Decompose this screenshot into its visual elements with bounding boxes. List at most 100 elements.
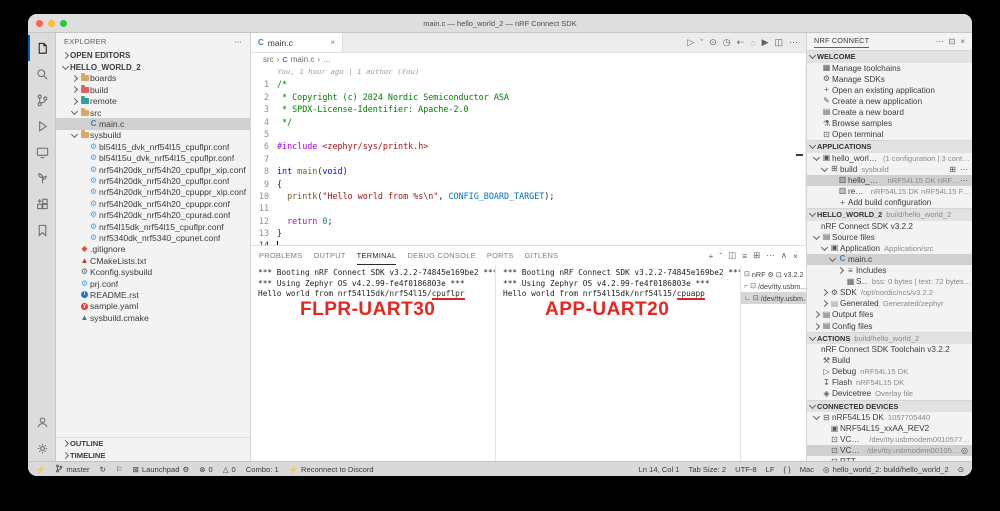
editor-scrollbar[interactable] <box>805 66 806 245</box>
tree-item-open-an-existing-application[interactable]: +Open an existing application <box>807 85 972 96</box>
tree-item-manage-toolchains[interactable]: ▦Manage toolchains <box>807 63 972 74</box>
panel-action-icon[interactable]: + <box>708 251 713 261</box>
tree-item-sample-yaml[interactable]: ysample.yaml <box>56 301 250 312</box>
tree-item-size[interactable]: ▦Sizebss: 0 bytes | text: 72 bytes | dat… <box>807 276 972 287</box>
tree-item-generated[interactable]: ▤GeneratedGenerated/zephyr <box>807 298 972 309</box>
tree-item-manage-sdks[interactable]: ⚙Manage SDKs <box>807 74 972 85</box>
editor-action-icon[interactable]: ◌ <box>750 38 755 48</box>
panel-action-icon[interactable]: ˇ <box>719 251 722 261</box>
tree-item-bl54l15-dvk-nrf54l15-cpuflpr[interactable]: ⚙bl54l15_dvk_nrf54l15_cpuflpr.conf <box>56 141 250 152</box>
status-item-tab-size-2[interactable]: Tab Size: 2 <box>689 465 727 474</box>
status-item-hello-world-2-build-hello-wo[interactable]: ◎hello_world_2: build/hello_world_2 <box>823 465 949 474</box>
status-item-0[interactable]: ⊗0 <box>199 465 213 474</box>
breadcrumb-main-c[interactable]: main.c <box>291 55 315 64</box>
panel-tab-gitlens[interactable]: GITLENS <box>525 246 559 265</box>
breadcrumb-[interactable]: … <box>323 55 331 64</box>
tree-item-add-build-configuration[interactable]: +Add build configuration <box>807 197 972 208</box>
tree-item-main-c[interactable]: Cmain.c <box>807 254 972 265</box>
panel-action-icon[interactable]: × <box>793 251 798 261</box>
tree-item-vcom0[interactable]: ⊡VCOM0/dev/tty.usbmodem0010577054401 <box>807 434 972 445</box>
tree-item-cmakelists-txt[interactable]: ▲CMakeLists.txt <box>56 255 250 266</box>
tree-item-sysbuild[interactable]: sysbuild <box>56 130 250 141</box>
code-line-11[interactable]: 11 <box>251 202 806 214</box>
activity-accounts-icon[interactable] <box>28 409 56 435</box>
activity-source-control-icon[interactable] <box>28 87 56 113</box>
tree-item-src[interactable]: src <box>56 107 250 118</box>
editor-action-icon[interactable]: ˇ <box>700 38 703 48</box>
tree-item-kconfig-sysbuild[interactable]: ⚙Kconfig.sysbuild <box>56 266 250 277</box>
tree-item-nrf54l15-xxaa-rev2[interactable]: ▣NRF54L15_xxAA_REV2 <box>807 423 972 434</box>
tree-item-includes[interactable]: ≡Includes <box>807 265 972 276</box>
section-hello-world-2[interactable]: HELLO_WORLD_2 <box>56 61 250 72</box>
code-line-10[interactable]: 10 printk("Hello world from %s\n", CONFI… <box>251 190 806 202</box>
editor-action-icon[interactable]: ⋯ <box>789 37 798 48</box>
breadcrumb-src[interactable]: src <box>263 55 274 64</box>
panel-action-icon[interactable]: ≡ <box>742 251 747 261</box>
nrf-title-action-icon[interactable]: ⋯ <box>936 37 944 46</box>
activity-nrf-connect-icon[interactable] <box>28 165 56 191</box>
status-item-reconnect-to-discord[interactable]: ⚡Reconnect to Discord <box>289 465 374 474</box>
close-tab-icon[interactable]: × <box>330 38 335 47</box>
status-item-master[interactable]: master <box>55 464 89 475</box>
tree-item-readme-rst[interactable]: iREADME.rst <box>56 289 250 300</box>
section-open-editors[interactable]: OPEN EDITORS <box>56 50 250 61</box>
terminal-list-item[interactable]: ∟⊡/dev/tty.usbm... <box>741 292 806 304</box>
tree-item-nrf54h20dk-nrf54h20-cpurad-c[interactable]: ⚙nrf54h20dk_nrf54h20_cpurad.conf <box>56 209 250 220</box>
tree-item-gitignore[interactable]: ◆.gitignore <box>56 244 250 255</box>
status-item-[interactable]: ⚐ <box>116 465 123 474</box>
terminal-app[interactable]: *** Booting nRF Connect SDK v3.2.2-74845… <box>495 265 740 461</box>
tree-item-create-a-new-application[interactable]: ✎Create a new application <box>807 96 972 107</box>
code-line-7[interactable]: 7 <box>251 153 806 165</box>
code-line-4[interactable]: 4 */ <box>251 116 806 128</box>
tree-item-config-files[interactable]: ▤Config files <box>807 320 972 331</box>
nrf-section-hello-world-2[interactable]: HELLO_WORLD_2build/hello_world_2 <box>807 208 972 221</box>
status-item-[interactable]: { } <box>784 465 791 474</box>
tree-item-build[interactable]: ⚒Build <box>807 355 972 366</box>
panel-tab-problems[interactable]: PROBLEMS <box>259 246 302 265</box>
row-action-icon[interactable]: ◎ <box>961 446 968 455</box>
tree-item-devicetree[interactable]: ◈DevicetreeOverlay file <box>807 388 972 399</box>
editor-action-icon[interactable]: ⊙ <box>709 37 717 48</box>
code-line-1[interactable]: 1/* <box>251 78 806 90</box>
tree-item-nrf-connect-sdk-toolchain-v3[interactable]: nRF Connect SDK Toolchain v3.2.2 <box>807 344 972 355</box>
code-line-14[interactable]: 14 <box>251 239 806 245</box>
tree-item-source-files[interactable]: ▤Source files <box>807 232 972 243</box>
status-item-utf-8[interactable]: UTF-8 <box>735 465 757 474</box>
section-outline[interactable]: OUTLINE <box>56 438 250 449</box>
panel-tab-debug-console[interactable]: DEBUG CONSOLE <box>407 246 475 265</box>
tree-item-build[interactable]: ⊞buildsysbuild⊞⋯ <box>807 164 972 175</box>
activity-explorer-icon[interactable] <box>28 35 56 61</box>
panel-action-icon[interactable]: ⊞ <box>753 250 760 261</box>
panel-action-icon[interactable]: ⋯ <box>766 250 775 261</box>
tree-item-nrf54l15-dk[interactable]: ⊟nRF54L15 DK1057705440 <box>807 412 972 423</box>
code-line-8[interactable]: 8int main(void) <box>251 165 806 177</box>
tree-item-browse-samples[interactable]: ⚗Browse samples <box>807 118 972 129</box>
tree-item-debug[interactable]: ▷DebugnRF54L15 DK <box>807 366 972 377</box>
terminal-list-item[interactable]: ⊡nRF ⚙ ⊡ v3.2.2 <box>741 268 806 280</box>
tree-item-remote[interactable]: remote <box>56 96 250 107</box>
activity-search-icon[interactable] <box>28 61 56 87</box>
activity-extensions-icon[interactable] <box>28 191 56 217</box>
tree-item-output-files[interactable]: ▤Output files <box>807 309 972 320</box>
editor-action-icon[interactable]: ▷ <box>687 37 694 48</box>
panel-tab-ports[interactable]: PORTS <box>487 246 514 265</box>
terminal-list-item[interactable]: ⌐⊡/dev/tty.usbm... <box>741 280 806 292</box>
tree-item-nrf54h20dk-nrf54h20-cpuppr-c[interactable]: ⚙nrf54h20dk_nrf54h20_cpuppr.conf <box>56 198 250 209</box>
tree-item-remote[interactable]: ▥remotenRF54L15 DK nRF54L15 Fast Lightwe… <box>807 186 972 197</box>
code-line-5[interactable]: 5 <box>251 128 806 140</box>
tree-item-nrf54h20dk-nrf54h20-cpuflpr-[interactable]: ⚙nrf54h20dk_nrf54h20_cpuflpr_xip.conf <box>56 164 250 175</box>
status-item-0[interactable]: △0 <box>223 465 236 474</box>
row-action-icon[interactable]: ⋯ <box>960 165 968 174</box>
tree-item-hello-world-2[interactable]: ▥hello_world_2nRF54L15 DK nRF54L15 Ap...… <box>807 175 972 186</box>
nrf-section-connected-devices[interactable]: CONNECTED DEVICES <box>807 400 972 413</box>
nrf-section-applications[interactable]: APPLICATIONS <box>807 140 972 153</box>
code-line-12[interactable]: 12 return 0; <box>251 215 806 227</box>
tree-item-hello-world-2[interactable]: ▣hello_world_2(1 configuration | 3 conte… <box>807 153 972 164</box>
nrf-title-action-icon[interactable]: × <box>960 37 965 46</box>
row-action-icon[interactable]: ⊞ <box>949 165 956 174</box>
tree-item-open-terminal[interactable]: ⊡Open terminal <box>807 129 972 140</box>
tree-item-application[interactable]: ▣ApplicationApplication/src <box>807 243 972 254</box>
nrf-title-action-icon[interactable]: ⊡ <box>949 37 956 46</box>
status-item-[interactable]: ⊙ <box>958 465 964 474</box>
tree-item-create-a-new-board[interactable]: ▤Create a new board <box>807 107 972 118</box>
